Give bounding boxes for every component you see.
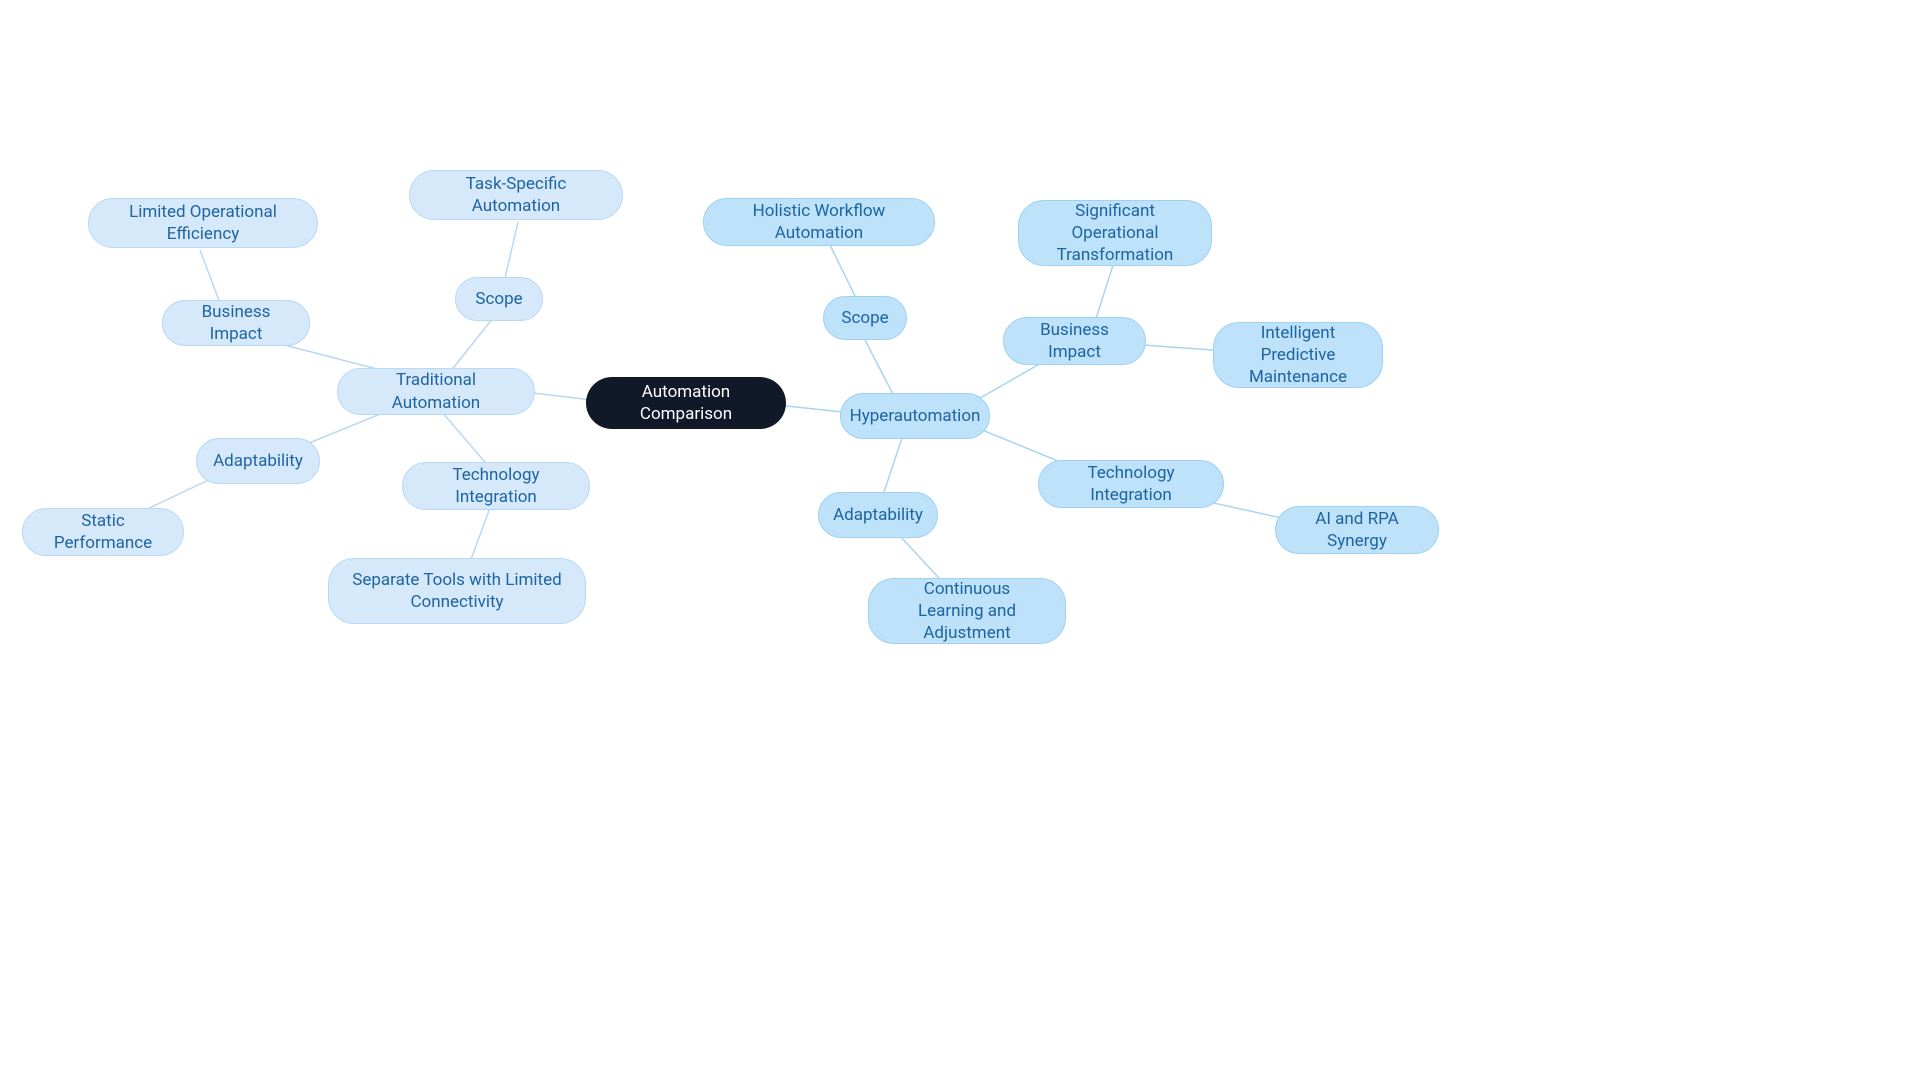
right-business-leaf1: Significant Operational Transformation xyxy=(1041,200,1189,266)
left-tech-node[interactable]: Technology Integration xyxy=(402,462,590,510)
edges-svg xyxy=(0,0,1920,1083)
left-adapt-node[interactable]: Adaptability xyxy=(196,438,320,484)
right-main-label: Hyperautomation xyxy=(850,405,981,427)
right-adapt-leaf-node[interactable]: Continuous Learning and Adjustment xyxy=(868,578,1066,644)
left-business-label: Business Impact xyxy=(185,301,287,345)
left-business-node[interactable]: Business Impact xyxy=(162,300,310,346)
left-business-leaf-node[interactable]: Limited Operational Efficiency xyxy=(88,198,318,248)
right-main-node[interactable]: Hyperautomation xyxy=(840,393,990,439)
right-scope-node[interactable]: Scope xyxy=(823,296,907,340)
right-adapt-leaf: Continuous Learning and Adjustment xyxy=(891,578,1043,644)
right-scope-leaf: Holistic Workflow Automation xyxy=(726,200,912,244)
right-tech-leaf-node[interactable]: AI and RPA Synergy xyxy=(1275,506,1439,554)
right-business-node[interactable]: Business Impact xyxy=(1003,317,1146,365)
left-scope-node[interactable]: Scope xyxy=(455,277,543,321)
root-label: Automation Comparison xyxy=(608,381,764,425)
right-scope-leaf-node[interactable]: Holistic Workflow Automation xyxy=(703,198,935,246)
left-adapt-leaf-node[interactable]: Static Performance xyxy=(22,508,184,556)
left-tech-leaf-node[interactable]: Separate Tools with Limited Connectivity xyxy=(328,558,586,624)
left-main-label: Traditional Automation xyxy=(360,369,512,413)
right-adapt-node[interactable]: Adaptability xyxy=(818,492,938,538)
right-business-leaf1-node[interactable]: Significant Operational Transformation xyxy=(1018,200,1212,266)
left-main-node[interactable]: Traditional Automation xyxy=(337,368,535,415)
right-tech-leaf: AI and RPA Synergy xyxy=(1298,508,1416,552)
left-scope-label: Scope xyxy=(475,288,522,310)
left-adapt-label: Adaptability xyxy=(213,450,303,472)
right-business-leaf2: Intelligent Predictive Maintenance xyxy=(1236,322,1360,388)
right-business-leaf2-node[interactable]: Intelligent Predictive Maintenance xyxy=(1213,322,1383,388)
right-business-label: Business Impact xyxy=(1026,319,1123,363)
left-tech-label: Technology Integration xyxy=(425,464,567,508)
left-adapt-leaf: Static Performance xyxy=(45,510,161,554)
right-adapt-label: Adaptability xyxy=(833,504,923,526)
right-scope-label: Scope xyxy=(841,307,888,329)
left-scope-leaf-node[interactable]: Task-Specific Automation xyxy=(409,170,623,220)
right-tech-label: Technology Integration xyxy=(1061,462,1201,506)
left-tech-leaf: Separate Tools with Limited Connectivity xyxy=(351,569,563,613)
left-scope-leaf: Task-Specific Automation xyxy=(432,173,600,217)
right-tech-node[interactable]: Technology Integration xyxy=(1038,460,1224,508)
root-node[interactable]: Automation Comparison xyxy=(586,377,786,429)
left-business-leaf: Limited Operational Efficiency xyxy=(111,201,295,245)
